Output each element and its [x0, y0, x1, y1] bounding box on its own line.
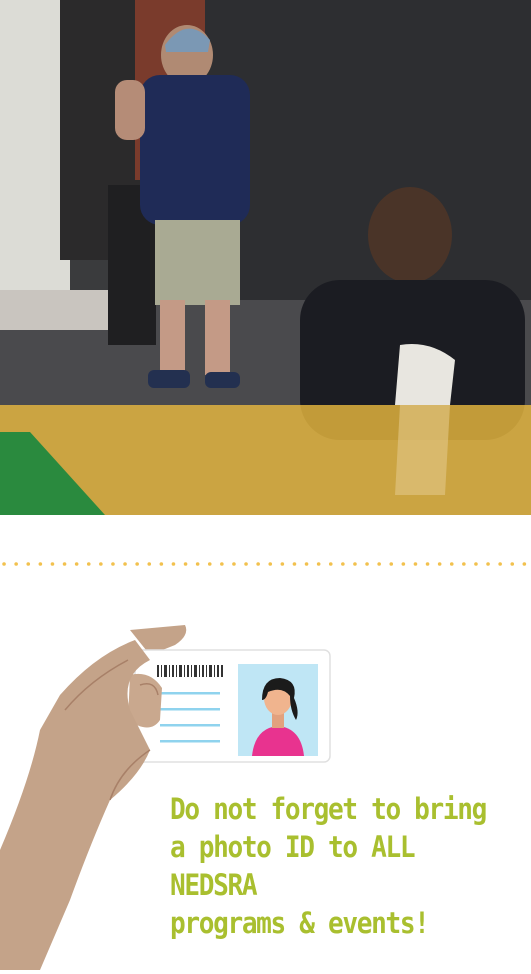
- hero-photo-image: [0, 0, 531, 515]
- reminder-line-1: Do not forget to bring: [170, 792, 487, 826]
- dotted-divider: [2, 562, 531, 566]
- id-photo-icon: [238, 664, 318, 756]
- reminder-line-3: programs & events!: [170, 906, 430, 940]
- id-card: [134, 649, 331, 763]
- reminder-line-2: a photo ID to ALL NEDSRA: [170, 830, 416, 902]
- hero-photo: [0, 0, 531, 515]
- reminder-text: Do not forget to bring a photo ID to ALL…: [170, 790, 490, 942]
